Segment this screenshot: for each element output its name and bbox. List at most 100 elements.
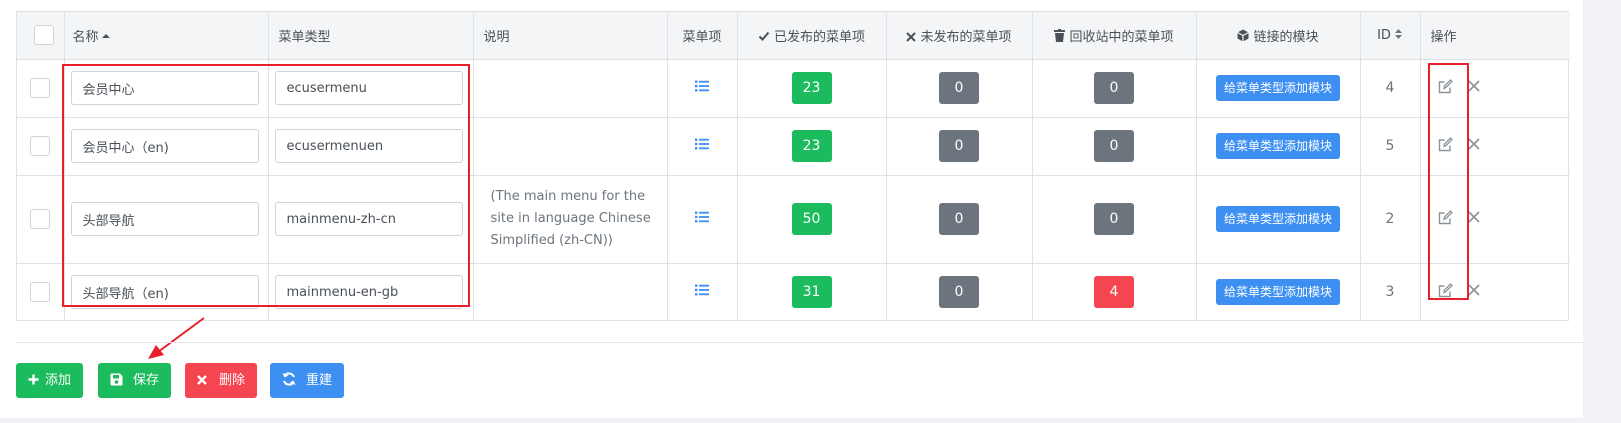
description-cell: [473, 263, 668, 321]
trashed-count-badge[interactable]: 0: [1094, 72, 1134, 104]
row-select-cell: [17, 59, 65, 118]
published-count-badge[interactable]: 50: [791, 203, 832, 235]
row-checkbox[interactable]: [30, 209, 50, 229]
header-trashed-label: 回收站中的菜单项: [1069, 29, 1174, 45]
list-icon[interactable]: [695, 284, 709, 296]
add-module-button[interactable]: 给菜单类型添加模块: [1215, 133, 1340, 159]
linked-modules-cell: 给菜单类型添加模块: [1196, 59, 1361, 118]
trashed-cell: 4: [1032, 263, 1197, 321]
sort-icon: [1394, 28, 1402, 39]
menu-items-cell: [667, 59, 738, 118]
list-icon[interactable]: [695, 80, 709, 92]
unpublished-count-badge[interactable]: 0: [939, 130, 979, 162]
header-unpublished: 未发布的菜单项: [886, 12, 1033, 60]
name-cell: [64, 117, 269, 176]
header-name[interactable]: 名称: [64, 12, 269, 60]
header-trashed: 回收站中的菜单项: [1032, 12, 1197, 60]
check-icon: [758, 31, 770, 41]
edit-icon[interactable]: [1438, 282, 1453, 302]
rebuild-button[interactable]: 重建: [270, 363, 345, 398]
published-count-badge[interactable]: 23: [791, 72, 832, 104]
published-cell: 23: [737, 117, 887, 176]
menu-type-input[interactable]: [274, 129, 463, 163]
id-cell: 5: [1360, 117, 1421, 176]
header-id-label: ID: [1377, 27, 1391, 43]
unpublished-count-badge[interactable]: 0: [939, 72, 979, 104]
actions-cell: [1420, 263, 1570, 321]
delete-button[interactable]: 删除: [185, 363, 258, 398]
trashed-cell: 0: [1032, 117, 1197, 176]
actions-cell: [1420, 117, 1570, 176]
id-cell: 4: [1360, 59, 1421, 118]
sync-icon: [282, 372, 296, 386]
rebuild-button-label: 重建: [306, 373, 333, 388]
menu-type-input[interactable]: [274, 71, 463, 105]
description-cell: (The main menu for the site in language …: [473, 175, 668, 264]
select-all-checkbox[interactable]: [34, 25, 54, 46]
header-published: 已发布的菜单项: [737, 12, 887, 60]
name-input[interactable]: [70, 275, 259, 310]
table-row: 23 0 0 给菜单类型添加模块 4: [17, 59, 1570, 118]
delete-row-icon[interactable]: [1467, 284, 1480, 300]
trashed-count-badge[interactable]: 0: [1094, 130, 1134, 162]
add-module-button[interactable]: 给菜单类型添加模块: [1215, 75, 1340, 101]
times-icon: [197, 375, 207, 385]
table-row: (The main menu for the site in language …: [17, 175, 1570, 264]
id-cell: 3: [1360, 263, 1421, 321]
list-icon[interactable]: [695, 138, 709, 150]
edit-icon[interactable]: [1438, 136, 1453, 156]
header-actions: 操作: [1420, 12, 1570, 60]
header-name-label: 名称: [72, 29, 99, 45]
published-count-badge[interactable]: 31: [791, 276, 832, 309]
unpublished-count-badge[interactable]: 0: [939, 203, 979, 235]
delete-row-icon[interactable]: [1467, 211, 1480, 227]
name-input[interactable]: [70, 129, 259, 163]
trashed-cell: 0: [1032, 59, 1197, 118]
row-checkbox[interactable]: [30, 136, 50, 156]
menu-items-cell: [667, 117, 738, 176]
add-button[interactable]: 添加: [16, 363, 84, 398]
description-text: (The main menu for the site in language …: [490, 189, 651, 248]
linked-modules-cell: 给菜单类型添加模块: [1196, 117, 1361, 176]
trashed-count-badge[interactable]: 0: [1094, 203, 1134, 235]
edit-icon[interactable]: [1438, 209, 1453, 229]
delete-row-icon[interactable]: [1467, 80, 1480, 96]
header-unpublished-label: 未发布的菜单项: [920, 29, 1012, 45]
trashed-cell: 0: [1032, 175, 1197, 264]
linked-modules-cell: 给菜单类型添加模块: [1196, 263, 1361, 321]
published-cell: 31: [737, 263, 887, 321]
floppy-icon: [110, 373, 123, 386]
header-linked-modules-label: 链接的模块: [1253, 29, 1319, 45]
row-select-cell: [17, 175, 65, 264]
name-cell: [64, 59, 269, 118]
unpublished-count-badge[interactable]: 0: [939, 276, 979, 309]
trashed-count-badge[interactable]: 4: [1094, 276, 1134, 309]
table-row: 31 0 4 给菜单类型添加模块 3: [17, 263, 1570, 321]
menu-type-input[interactable]: [274, 275, 463, 310]
row-select-cell: [17, 263, 65, 321]
header-menu-items: 菜单项: [667, 12, 738, 60]
table-row: 23 0 0 给菜单类型添加模块 5: [17, 117, 1570, 176]
delete-button-label: 删除: [219, 373, 246, 388]
name-input[interactable]: [70, 71, 259, 105]
edit-icon[interactable]: [1438, 78, 1453, 98]
delete-row-icon[interactable]: [1467, 138, 1480, 154]
row-checkbox[interactable]: [30, 282, 50, 303]
save-button[interactable]: 保存: [98, 363, 172, 398]
row-select-cell: [17, 117, 65, 176]
published-count-badge[interactable]: 23: [791, 130, 832, 162]
plus-icon: [28, 374, 39, 385]
add-module-button[interactable]: 给菜单类型添加模块: [1215, 279, 1340, 306]
save-button-label: 保存: [133, 373, 160, 388]
menu-type-input[interactable]: [274, 202, 463, 236]
row-checkbox[interactable]: [30, 78, 50, 98]
header-id[interactable]: ID: [1360, 12, 1421, 60]
name-cell: [64, 175, 269, 264]
sort-asc-icon: [101, 33, 110, 38]
content-panel: 名称 菜单类型 说明 菜单项 已发布的菜单项 未发布的菜单项 回收站中的菜单项 …: [0, 0, 1583, 418]
add-module-button[interactable]: 给菜单类型添加模块: [1215, 206, 1340, 232]
list-icon[interactable]: [695, 211, 709, 223]
name-input[interactable]: [70, 202, 259, 236]
annotation-arrow: [148, 317, 205, 359]
published-cell: 23: [737, 59, 887, 118]
